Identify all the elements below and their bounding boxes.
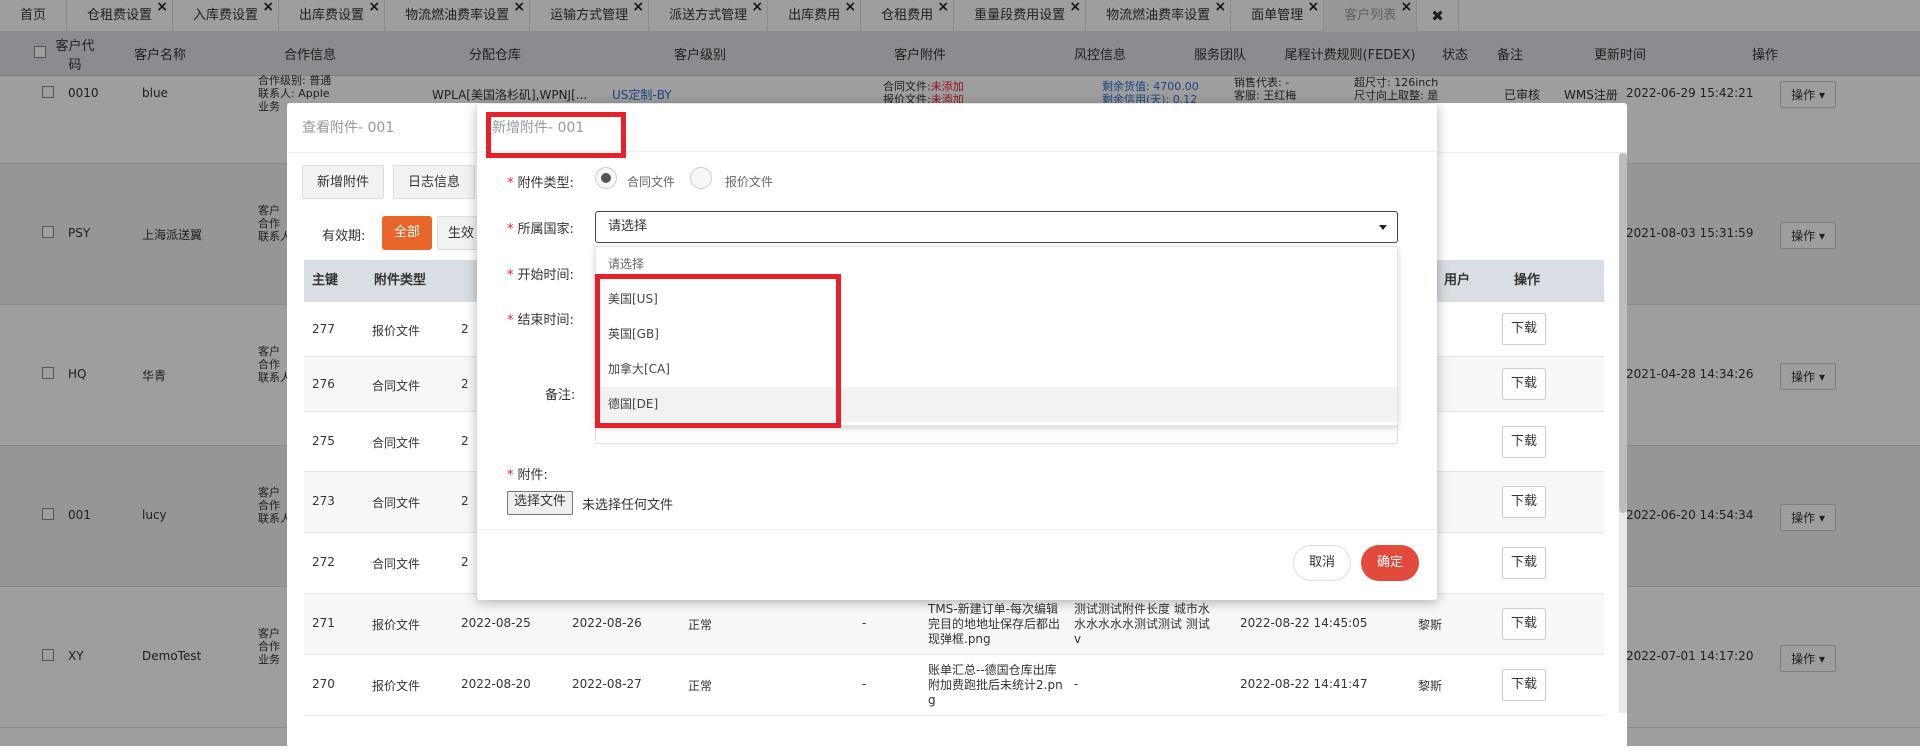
file-label: * 附件: xyxy=(507,468,548,483)
contract-file-radio-label[interactable]: 合同文件 xyxy=(627,173,675,190)
scrollbar-thumb[interactable] xyxy=(1619,153,1627,513)
log-info-button[interactable]: 日志信息 xyxy=(393,165,476,199)
cancel-button[interactable]: 取消 xyxy=(1293,545,1351,581)
confirm-button[interactable]: 确定 xyxy=(1361,545,1419,581)
download-button[interactable]: 下载 xyxy=(1502,368,1546,400)
download-button[interactable]: 下载 xyxy=(1502,313,1546,345)
contract-file-radio[interactable] xyxy=(595,167,617,189)
quote-file-radio[interactable] xyxy=(690,167,712,189)
country-select[interactable]: 请选择 xyxy=(595,211,1398,243)
end-time-label: * 结束时间: xyxy=(507,313,574,328)
download-button[interactable]: 下载 xyxy=(1502,608,1546,640)
dialog-scrollbar[interactable] xyxy=(1619,153,1627,713)
table-row: 270 报价文件 2022-08-20 2022-08-27 正常 - 账单汇总… xyxy=(304,655,1604,716)
validity-filter-label: 有效期: xyxy=(322,229,366,244)
remark-label: 备注: xyxy=(545,388,576,403)
chevron-down-icon xyxy=(1379,225,1387,230)
attachment-remark: 测试测试附件长度 城市水 水水水水水测试测试 测试 v xyxy=(1074,602,1210,646)
download-button[interactable]: 下载 xyxy=(1502,669,1546,701)
download-button[interactable]: 下载 xyxy=(1502,426,1546,458)
file-name: TMS-新建订单-每次编辑 完目的地地址保存后都出 现弹框.png xyxy=(928,602,1061,646)
attachment-type-label: * 附件类型: xyxy=(507,176,574,191)
download-button[interactable]: 下载 xyxy=(1502,547,1546,579)
filter-all-button[interactable]: 全部 xyxy=(382,216,433,250)
highlight-box-countries xyxy=(595,274,841,428)
add-attachment-button[interactable]: 新增附件 xyxy=(302,165,385,199)
quote-file-radio-label[interactable]: 报价文件 xyxy=(725,173,773,190)
country-label: * 所属国家: xyxy=(507,222,574,237)
start-time-label: * 开始时间: xyxy=(507,268,574,283)
highlight-box-title xyxy=(486,112,626,158)
dialog-footer-divider xyxy=(477,529,1437,530)
table-row: 271 报价文件 2022-08-25 2022-08-26 正常 - TMS-… xyxy=(304,594,1604,655)
choose-file-button[interactable]: 选择文件 xyxy=(507,491,574,515)
file-status: 未选择任何文件 xyxy=(582,498,674,513)
file-name: 账单汇总--德国仓库出库 附加费跑批后未统计2.pn g xyxy=(928,663,1063,707)
download-button[interactable]: 下载 xyxy=(1502,486,1546,518)
